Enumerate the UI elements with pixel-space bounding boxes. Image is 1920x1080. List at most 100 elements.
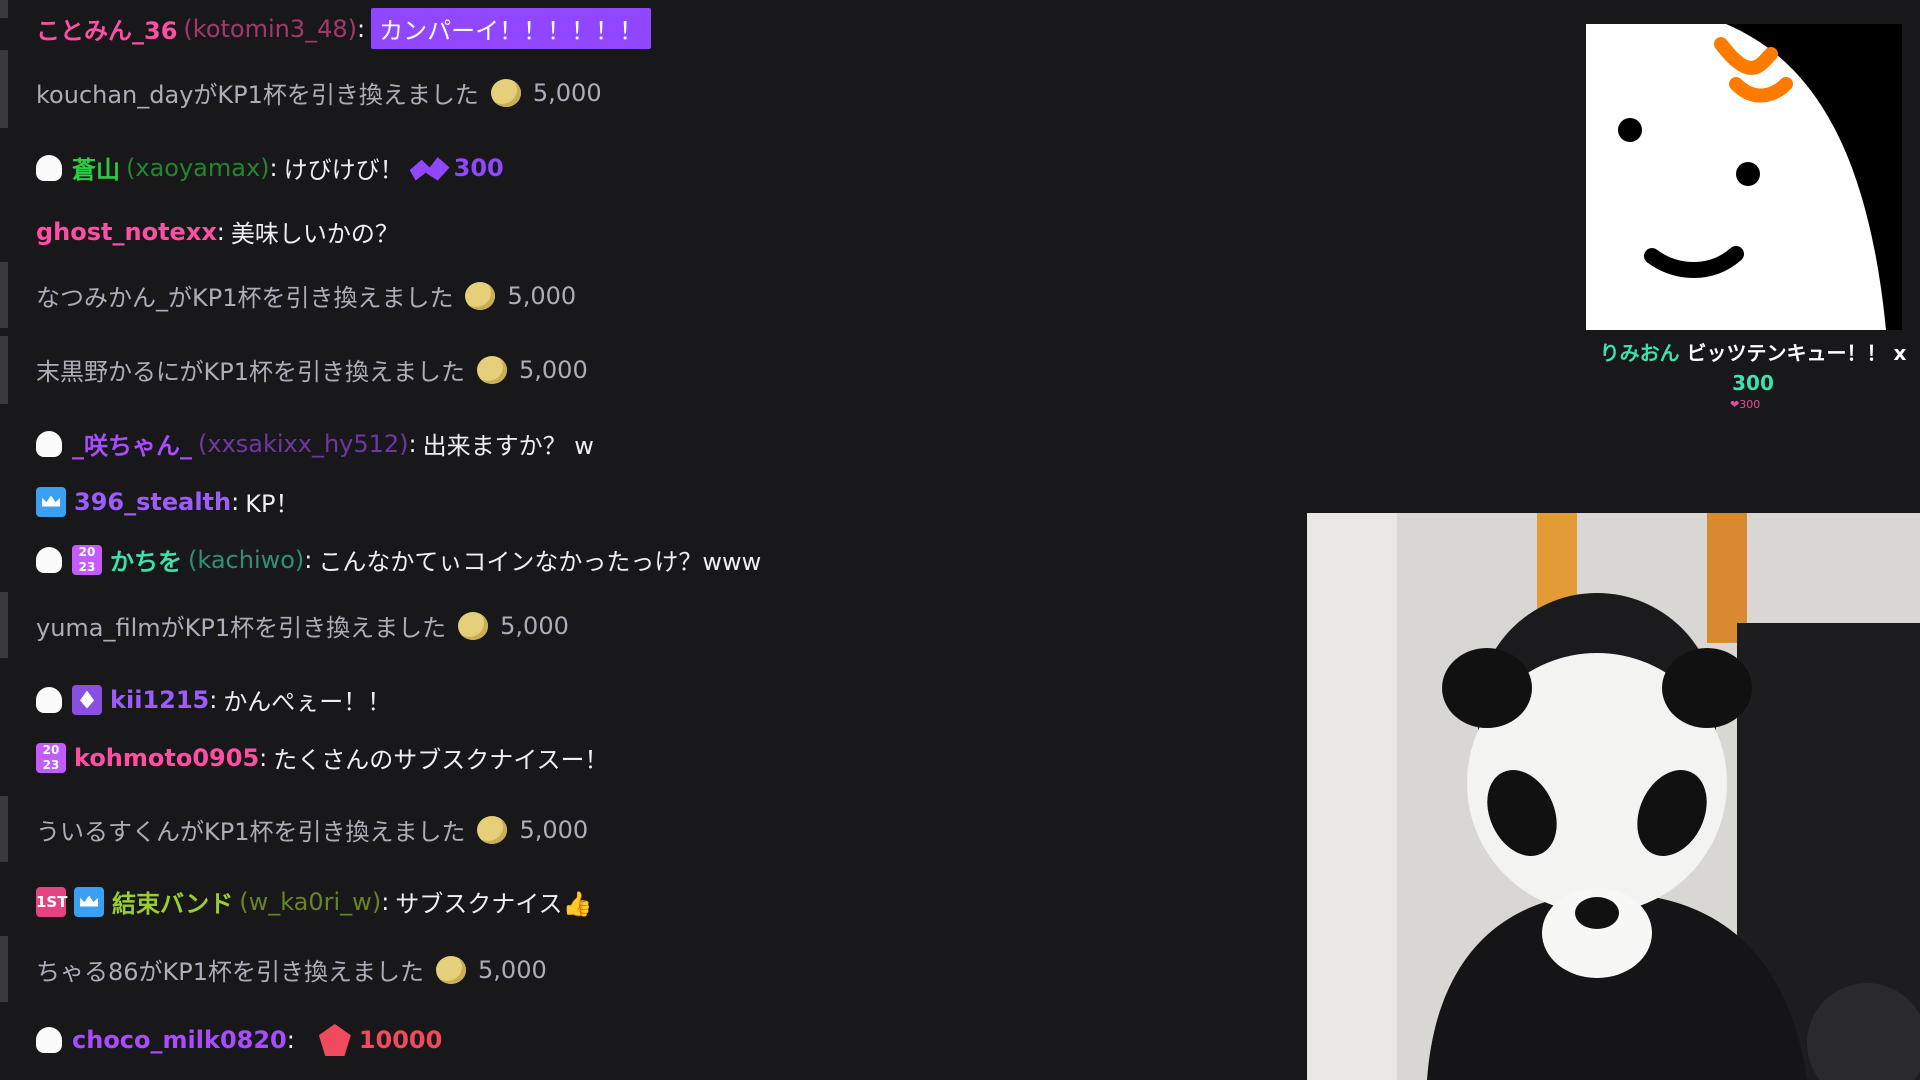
redeem-text: ちゃる86がKP1杯を引き換えました [36,958,425,986]
chat-colon: : [216,217,225,246]
chat-username[interactable]: _咲ちゃん_ [72,426,192,461]
redeem-cost: 5,000 [500,611,569,640]
alert-message: りみおん ビッツテンキュー！！ x 300 [1586,338,1920,398]
channel-points-icon [490,78,521,107]
chat-username[interactable]: 結束バンド [112,884,233,919]
diamond-badge-icon[interactable] [72,684,102,715]
redeem-bar [0,796,8,862]
redeem-text: kouchan_dayがKP1杯を引き換えました [36,81,479,109]
channel-points-icon [436,955,467,984]
chat-username[interactable]: kohmoto0905 [74,744,259,772]
subscriber-year-badge-icon[interactable]: 20 23 [36,742,66,773]
chat-message: ことみん_36 (kotomin3_48) : カンパーイ！！！！！！ [36,8,652,49]
cheer-gem-icon [318,1024,351,1056]
redeem-message: ういるすくんがKP1杯を引き換えました 5,000 [36,812,588,847]
redeem-message: kouchan_dayがKP1杯を引き換えました 5,000 [36,75,602,110]
bits-alert [1586,24,1920,334]
redeem-message: yuma_filmがKP1杯を引き換えました 5,000 [36,608,569,643]
ghost-badge-icon[interactable] [36,546,62,573]
chat-text: けびけび！ [283,156,404,184]
chat-text: かんぺぇー！！ [223,688,392,716]
webcam-feed [1307,513,1920,1080]
channel-points-icon [477,815,508,844]
chat-message: 396_stealth : KP！ [36,484,299,519]
chat-message: 蒼山 (xaoyamax) : けびけび！ 300 [36,150,504,185]
chat-username[interactable]: kii1215 [110,686,209,714]
redeem-text: ういるすくんがKP1杯を引き換えました [36,818,466,846]
chat-username[interactable]: 蒼山 [72,150,120,185]
redeem-bar [0,592,8,658]
redeem-cost: 5,000 [519,355,588,384]
redeem-bar [0,50,8,128]
chat-login: (kotomin3_48) [183,14,358,43]
chat-login: (w_ka0ri_w) [239,887,382,916]
channel-points-icon [477,355,507,384]
redeem-cost: 5,000 [507,281,577,310]
chat-username[interactable]: 396_stealth [74,488,231,516]
ghost-badge-icon[interactable] [36,1027,62,1053]
redeem-bar [0,936,8,1002]
chat-username[interactable]: choco_milk0820 [72,1026,287,1054]
alert-character-image [1586,24,1902,330]
chat-message: 20 23 かちを (kachiwo) : こんなかてぃコインなかったっけ？ww… [36,542,761,577]
redeem-bar [0,262,8,328]
chat-message: _咲ちゃん_ (xxsakixx_hy512) : 出来ますか？ w [36,426,594,461]
highlighted-message-text: カンパーイ！！！！！！ [371,8,652,49]
redeem-cost: 5,000 [519,815,589,844]
alert-username: りみおん [1599,341,1680,365]
chat-username[interactable]: ghost_notexx [36,218,217,246]
chat-colon: : [209,685,218,714]
ghost-mascot-icon [1586,24,1902,330]
chat-colon: : [269,153,278,182]
chat-login: (xaoyamax) [126,153,270,182]
redeem-bar [0,336,8,404]
chat-text: 出来ますか？ w [422,432,594,460]
chat-login: (xxsakixx_hy512) [198,429,409,458]
channel-points-icon [458,611,489,640]
redeem-message: 末黒野かるにがKP1杯を引き換えました 5,000 [36,352,588,387]
ghost-badge-icon[interactable] [36,686,62,713]
bits-amount: 300 [453,153,504,182]
chat-message: choco_milk0820 : 10000 [36,1024,442,1056]
first-place-badge-icon[interactable]: 1ST [36,886,67,917]
channel-points-icon [465,281,496,310]
alert-small-amount: ❤300 [1730,398,1761,411]
alert-text: ビッツテンキュー！！ x [1686,341,1907,365]
subscriber-year-badge-icon[interactable]: 20 23 [72,544,102,575]
chat-colon: : [286,1026,295,1054]
alert-amount: 300 [1732,371,1774,395]
chat-text: こんなかてぃコインなかったっけ？www [318,548,762,576]
redeem-bar [0,0,8,18]
ghost-badge-icon[interactable] [36,430,62,457]
ghost-badge-icon[interactable] [36,154,62,181]
chat-text: サブスクナイス👍 [395,890,593,918]
redeem-text: 末黒野かるにがKP1杯を引き換えました [36,358,465,386]
redeem-cost: 5,000 [478,955,547,984]
chat-panel: ことみん_36 (kotomin3_48) : カンパーイ！！！！！！ kouc… [0,0,1300,1080]
redeem-text: yuma_filmがKP1杯を引き換えました [36,614,447,642]
chat-colon: : [231,487,240,516]
chat-username[interactable]: かちを [110,542,182,577]
chat-message: 20 23 kohmoto0905 : たくさんのサブスクナイスー！ [36,740,609,775]
chat-colon: : [259,743,268,772]
chat-message: kii1215 : かんぺぇー！！ [36,682,391,717]
chat-text: たくさんのサブスクナイスー！ [273,746,609,774]
chat-colon: : [408,429,417,458]
crown-badge-icon[interactable] [36,486,66,517]
streamer-panda-mask-image [1307,513,1920,1080]
redeem-text: なつみかん_がKP1杯を引き換えました [36,284,454,312]
cheer-amount: 10000 [358,1026,443,1054]
chat-colon: : [304,545,313,574]
redeem-message: ちゃる86がKP1杯を引き換えました 5,000 [36,952,547,987]
chat-colon: : [381,887,390,916]
bits-icon [409,157,450,181]
chat-login: (kachiwo) [188,545,305,574]
redeem-message: なつみかん_がKP1杯を引き換えました 5,000 [36,278,576,313]
chat-message: ghost_notexx : 美味しいかの？ [36,214,399,249]
crown-badge-icon[interactable] [74,886,104,917]
redeem-cost: 5,000 [532,78,602,107]
chat-username[interactable]: ことみん_36 [36,11,177,46]
chat-text: KP！ [245,490,300,518]
chat-message: 1ST 結束バンド (w_ka0ri_w) : サブスクナイス👍 [36,884,592,919]
chat-colon: : [357,14,366,43]
